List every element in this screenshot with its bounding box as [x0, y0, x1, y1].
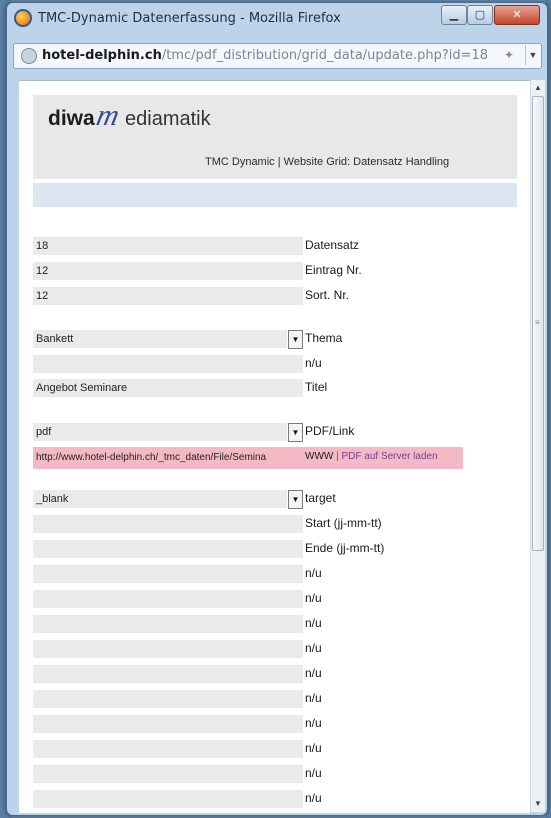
target-dropdown-icon[interactable]: ▼	[288, 490, 303, 509]
window-title: TMC-Dynamic Datenerfassung - Mozilla Fir…	[38, 11, 341, 26]
target-label: target	[305, 491, 336, 505]
url-actions: WWW | PDF auf Server laden	[305, 451, 438, 462]
title-bar[interactable]: TMC-Dynamic Datenerfassung - Mozilla Fir…	[7, 3, 547, 37]
nu-label: n/u	[305, 591, 322, 605]
eintrag-label: Eintrag Nr.	[305, 263, 362, 277]
datensatz-label: Datensatz	[305, 238, 360, 252]
scrollbar-thumb[interactable]: ≡	[532, 96, 544, 551]
firefox-icon	[14, 9, 32, 27]
vertical-scrollbar[interactable]: ▲ ≡ ▼	[530, 80, 545, 812]
nu-field[interactable]	[33, 665, 303, 683]
nu-field[interactable]	[33, 640, 303, 658]
url-row: http://www.hotel-delphin.ch/_tmc_daten/F…	[33, 447, 463, 469]
datensatz-field[interactable]: 18	[33, 237, 303, 255]
target-select[interactable]: _blank	[33, 490, 287, 508]
nu-label: n/u	[305, 691, 322, 705]
maximize-button[interactable]: ▢	[467, 5, 493, 25]
globe-icon	[21, 48, 37, 64]
page-header: diwa m ediamatik TMC Dynamic | Website G…	[33, 95, 517, 179]
logo-brand: diwa	[48, 107, 95, 130]
www-link[interactable]: WWW	[305, 451, 333, 462]
logo-m: m	[93, 99, 123, 132]
nu-field[interactable]	[33, 715, 303, 733]
page-subtitle: TMC Dynamic | Website Grid: Datensatz Ha…	[205, 156, 450, 168]
nu-field[interactable]	[33, 355, 303, 373]
nu-label: n/u	[305, 741, 322, 755]
thema-select[interactable]: Bankett	[33, 330, 287, 348]
address-bar[interactable]: hotel-delphin.ch/tmc/pdf_distribution/gr…	[13, 43, 542, 69]
url-field[interactable]: http://www.hotel-delphin.ch/_tmc_daten/F…	[33, 447, 303, 469]
nu-field[interactable]	[33, 565, 303, 583]
page-content: diwa m ediamatik TMC Dynamic | Website G…	[19, 80, 530, 813]
nu-label: n/u	[305, 666, 322, 680]
pdf-upload-link[interactable]: PDF auf Server laden	[341, 451, 437, 462]
nu-label: n/u	[305, 616, 322, 630]
sort-label: Sort. Nr.	[305, 288, 350, 302]
scroll-down-icon[interactable]: ▼	[531, 796, 545, 812]
titel-field[interactable]: Angebot Seminare	[33, 379, 303, 397]
sort-field[interactable]: 12	[33, 287, 303, 305]
scrollbar-grip-icon: ≡	[535, 318, 540, 327]
url-domain: hotel-delphin.ch	[42, 48, 162, 63]
nu-label: n/u	[305, 641, 322, 655]
nu-field[interactable]	[33, 615, 303, 633]
header-divider-bar	[33, 183, 517, 207]
nu-label: n/u	[305, 791, 322, 805]
nu-label: n/u	[305, 566, 322, 580]
start-field[interactable]	[33, 515, 303, 533]
close-button[interactable]: ✕	[494, 5, 540, 25]
ende-field[interactable]	[33, 540, 303, 558]
pdf-link-select[interactable]: pdf	[33, 423, 287, 441]
nu-field[interactable]	[33, 690, 303, 708]
nu-field[interactable]	[33, 740, 303, 758]
nu-label: n/u	[305, 356, 322, 370]
nu-field[interactable]	[33, 790, 303, 808]
addon-icon[interactable]: ✦	[504, 48, 514, 62]
chevron-down-icon[interactable]: ▼	[525, 45, 540, 65]
nu-field[interactable]	[33, 590, 303, 608]
url-path: /tmc/pdf_distribution/grid_data/update.p…	[161, 48, 489, 63]
nu-label: n/u	[305, 716, 322, 730]
pdf-link-label: PDF/Link	[305, 424, 355, 438]
scroll-up-icon[interactable]: ▲	[531, 80, 545, 96]
minimize-button[interactable]: ▁	[441, 5, 467, 25]
logo-rest: ediamatik	[125, 108, 211, 130]
thema-dropdown-icon[interactable]: ▼	[288, 330, 303, 349]
browser-window: TMC-Dynamic Datenerfassung - Mozilla Fir…	[6, 2, 548, 816]
nu-label: n/u	[305, 766, 322, 780]
pdf-link-dropdown-icon[interactable]: ▼	[288, 423, 303, 442]
start-label: Start (jj-mm-tt)	[305, 516, 382, 530]
eintrag-field[interactable]: 12	[33, 262, 303, 280]
nu-field[interactable]	[33, 765, 303, 783]
url-text[interactable]: hotel-delphin.ch/tmc/pdf_distribution/gr…	[42, 48, 488, 63]
thema-label: Thema	[305, 331, 343, 345]
titel-label: Titel	[305, 380, 328, 394]
ende-label: Ende (jj-mm-tt)	[305, 541, 385, 555]
